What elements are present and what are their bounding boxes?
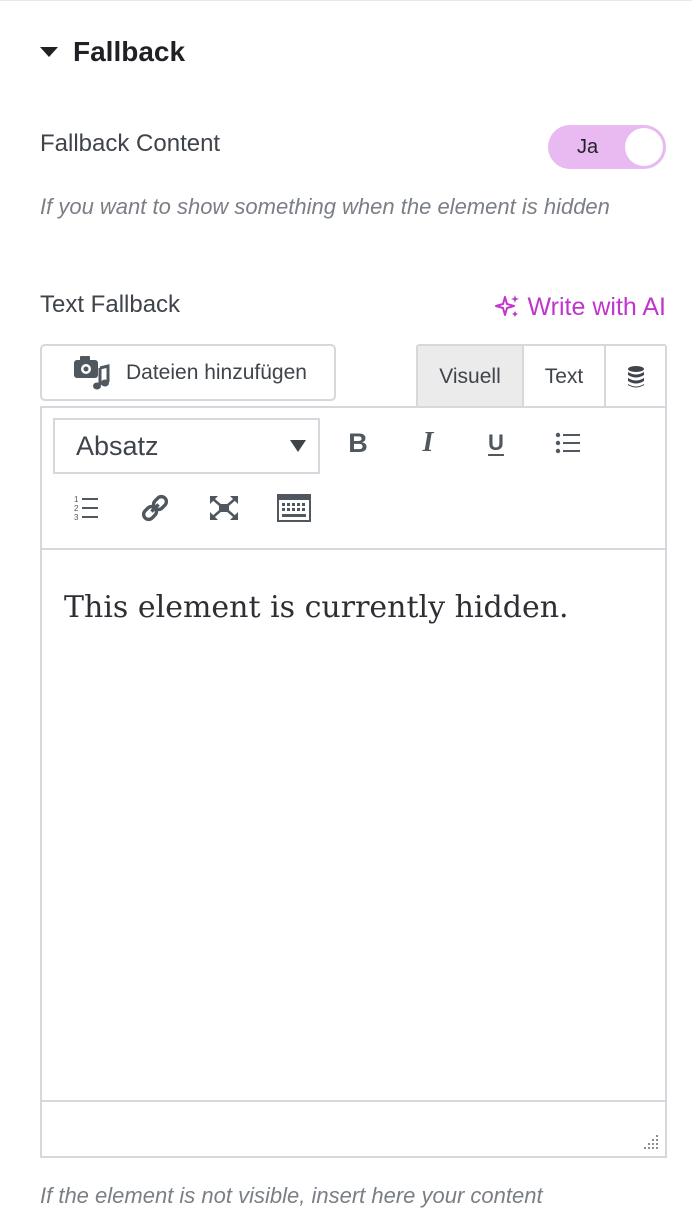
link-icon[interactable]: [135, 488, 175, 528]
sparkle-icon: [494, 295, 519, 317]
add-media-label: Dateien hinzufügen: [126, 360, 307, 384]
numbered-list-icon[interactable]: 1 2 3: [66, 488, 106, 528]
wysiwyg-editor: Absatz B I U 1 2 3 This element is curre…: [40, 406, 667, 1158]
dynamic-tags-button[interactable]: [606, 346, 665, 408]
section-header-fallback[interactable]: Fallback: [40, 34, 185, 70]
fallback-content-label: Fallback Content: [40, 130, 221, 157]
bold-icon[interactable]: B: [338, 423, 378, 463]
editor-statusbar: [42, 1100, 665, 1156]
tab-text[interactable]: Text: [524, 346, 606, 408]
svg-text:3: 3: [74, 513, 79, 522]
tab-visual[interactable]: Visuell: [418, 346, 524, 408]
resize-handle-icon[interactable]: [641, 1132, 659, 1150]
editor-tabs: Visuell Text: [416, 344, 667, 408]
editor-content-text[interactable]: This element is currently hidden.: [64, 590, 569, 625]
write-with-ai-label: Write with AI: [527, 292, 666, 321]
database-icon: [627, 366, 644, 388]
svg-text:2: 2: [74, 504, 79, 513]
fallback-content-description: If you want to show something when the e…: [40, 194, 610, 219]
svg-text:1: 1: [74, 495, 79, 504]
format-select-value: Absatz: [76, 431, 159, 461]
chevron-down-icon: [290, 440, 306, 452]
editor-content-area[interactable]: This element is currently hidden.: [42, 550, 665, 1100]
fullscreen-icon[interactable]: [204, 488, 244, 528]
toggle-knob: [625, 128, 663, 166]
bullet-list-icon[interactable]: [548, 423, 588, 463]
write-with-ai-link[interactable]: Write with AI: [494, 290, 666, 324]
media-icon: [72, 354, 112, 392]
toolbar-toggle-icon[interactable]: [274, 488, 314, 528]
editor-description: If the element is not visible, insert he…: [40, 1183, 543, 1208]
editor-toolbar: Absatz B I U 1 2 3: [42, 408, 665, 550]
underline-icon[interactable]: U: [476, 423, 516, 463]
caret-down-icon: [40, 47, 58, 57]
top-divider: [0, 0, 692, 1]
text-fallback-label: Text Fallback: [40, 291, 181, 318]
italic-icon[interactable]: I: [408, 423, 448, 463]
add-media-button[interactable]: Dateien hinzufügen: [40, 344, 336, 401]
section-title: Fallback: [73, 36, 186, 67]
toggle-value: Ja: [577, 136, 599, 158]
fallback-content-toggle[interactable]: Ja: [548, 125, 666, 169]
format-select[interactable]: Absatz: [53, 418, 320, 474]
